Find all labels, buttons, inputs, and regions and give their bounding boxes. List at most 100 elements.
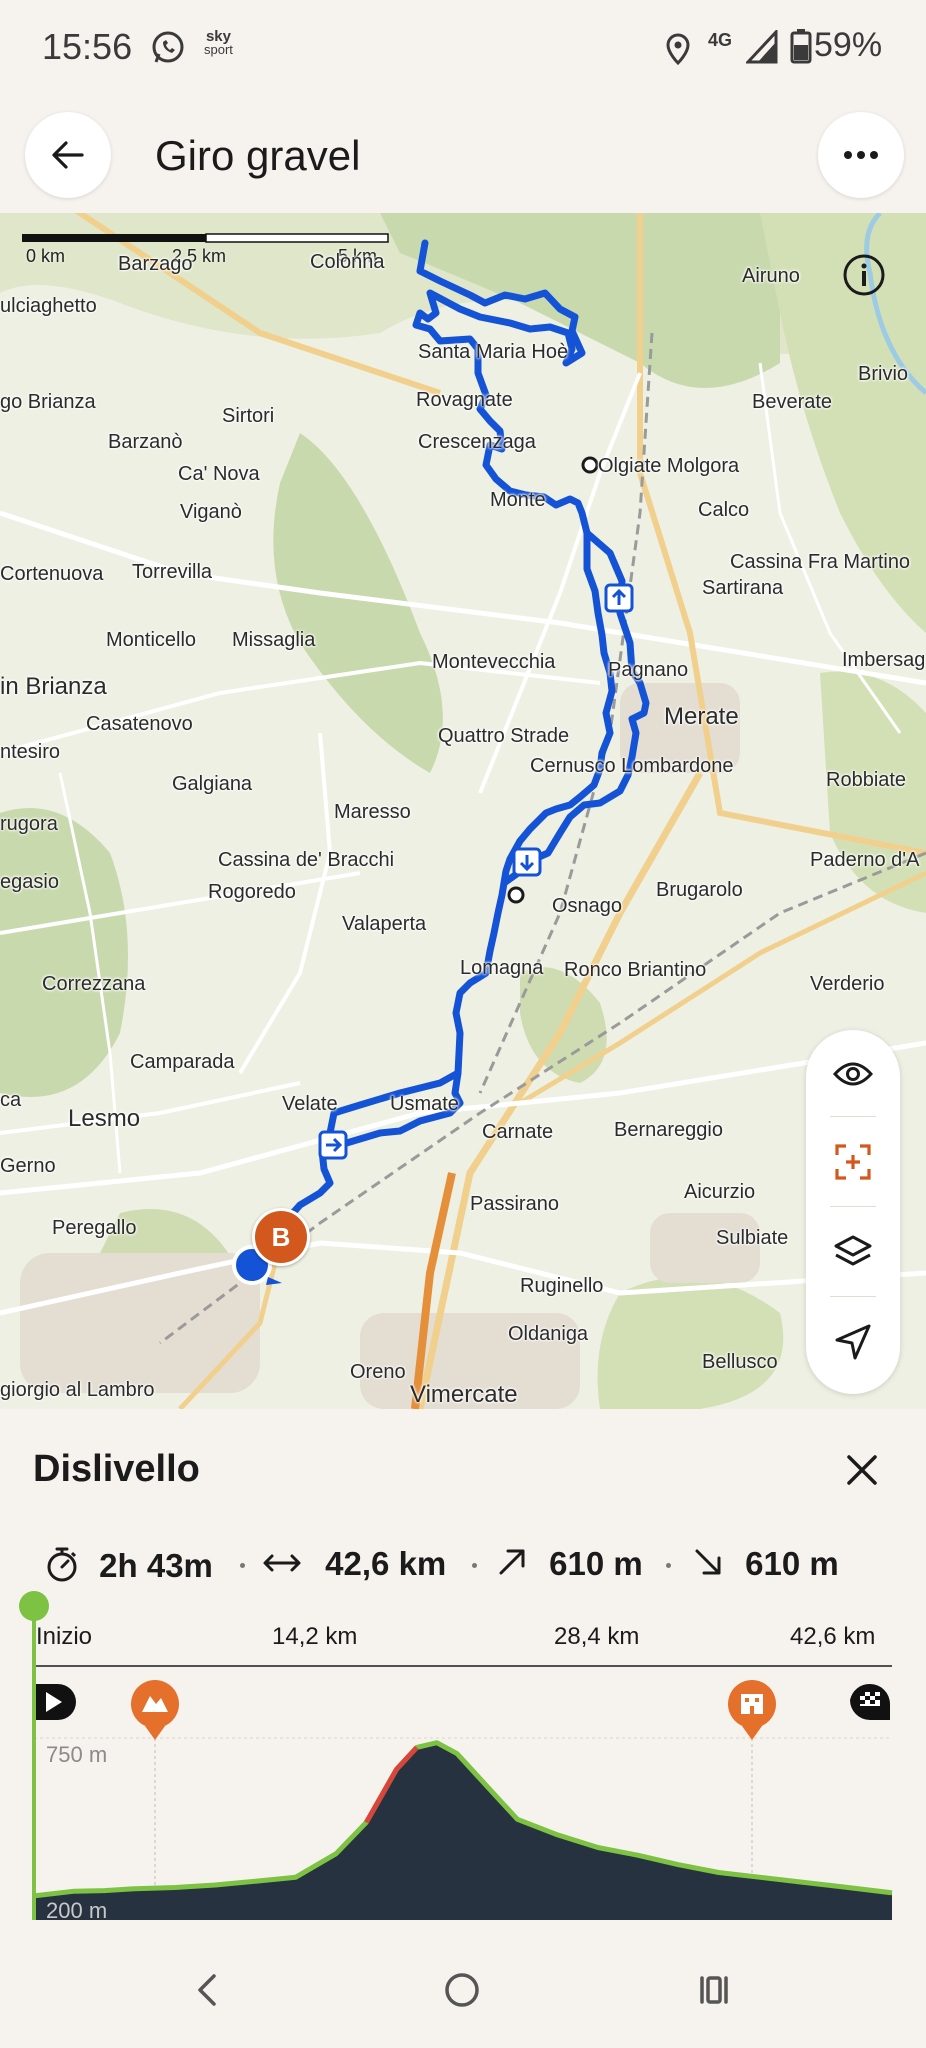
place-label: ulciaghetto [0, 295, 97, 317]
nav-home-button[interactable] [442, 1970, 482, 2015]
nav-back-button[interactable] [188, 1970, 228, 2015]
building-poi-icon[interactable] [728, 1680, 776, 1740]
whatsapp-icon [150, 30, 186, 71]
place-label: Ca' Nova [178, 463, 260, 485]
place-label: Pagnano [608, 659, 689, 681]
visibility-button[interactable] [806, 1030, 900, 1118]
layers-button[interactable] [806, 1208, 900, 1296]
scale-label-0: 0 km [26, 246, 66, 266]
route-direction-marker-3 [318, 1130, 348, 1160]
panel-title: Dislivello [33, 1448, 200, 1490]
recenter-icon [835, 1144, 871, 1180]
elevation-chart[interactable]: 750 m 200 m [0, 1590, 926, 1920]
battery-percent: 59% [814, 26, 883, 64]
y-tick-label: 200 m [46, 1898, 107, 1920]
divider [830, 1296, 876, 1297]
waypoint-dot-2 [507, 886, 525, 904]
eye-icon [833, 1062, 873, 1086]
badge-line2: sport [204, 42, 233, 57]
more-options-button[interactable] [818, 112, 904, 198]
horizontal-distance-icon [263, 1554, 301, 1572]
sky-sport-badge: sky sport [204, 29, 233, 57]
place-label: Vimercate [410, 1381, 518, 1408]
place-label: egasio [0, 871, 59, 893]
elevation-area [34, 1742, 892, 1920]
close-panel-button[interactable] [840, 1448, 884, 1492]
status-bar: 15:56 sky sport 4G 59% [0, 0, 926, 96]
place-label: Calco [698, 499, 750, 521]
place-label: Aicurzio [684, 1181, 756, 1203]
place-label: Valaperta [342, 913, 427, 935]
place-label: rugora [0, 813, 58, 835]
finish-flag-icon[interactable] [850, 1683, 890, 1720]
place-label: Paderno d'A [810, 849, 920, 871]
back-button[interactable] [25, 112, 111, 198]
poi-marker-b[interactable]: B [252, 1208, 310, 1266]
place-label: ca [0, 1089, 22, 1111]
place-label: Crescenzaga [418, 431, 536, 453]
system-nav-bar [0, 1930, 926, 2048]
place-label: Velate [282, 1093, 338, 1115]
separator-dot [240, 1563, 245, 1568]
place-label: Brivio [858, 363, 909, 385]
layers-icon [834, 1235, 872, 1266]
place-label: Oldaniga [508, 1323, 589, 1345]
position-indicator-dot[interactable] [19, 1591, 49, 1621]
distance-value: 42,6 km [325, 1545, 447, 1582]
place-label: Sirtori [222, 405, 275, 427]
map-view[interactable]: B 0 km 2,5 km 5 km Barzago Colonna Airun… [0, 213, 926, 1409]
duration-value: 2h 43m [99, 1547, 213, 1584]
route-direction-marker-2 [512, 847, 542, 877]
mountain-poi-icon[interactable] [131, 1680, 179, 1740]
place-label: Beverate [752, 391, 833, 413]
place-label: Osnago [552, 895, 623, 917]
place-label: Torrevilla [132, 561, 213, 583]
place-label: Correzzana [42, 973, 146, 995]
place-label: Carnate [482, 1121, 554, 1143]
place-label: Camparada [130, 1051, 235, 1073]
network-type: 4G [708, 30, 733, 50]
place-label: Maresso [334, 801, 411, 823]
divider [830, 1206, 876, 1207]
place-label: Oreno [350, 1361, 406, 1383]
place-label: Verderio [810, 973, 885, 995]
place-label: Gerno [0, 1155, 56, 1177]
battery-icon [790, 28, 812, 69]
place-label: Olgiate Molgora [598, 455, 740, 477]
map-controls [806, 1030, 900, 1394]
place-label: Cortenuova [0, 563, 104, 585]
place-label: Usmate [390, 1093, 459, 1115]
location-icon [835, 1324, 871, 1360]
place-label: Galgiana [172, 773, 253, 795]
recents-icon [700, 1976, 728, 2004]
info-icon [843, 254, 885, 296]
place-label: ntesiro [0, 741, 61, 763]
place-label: Casatenovo [86, 713, 193, 735]
page-title: Giro gravel [155, 132, 361, 179]
place-label: Barzanò [108, 431, 183, 453]
place-label: Lesmo [68, 1105, 141, 1132]
place-label: Cernusco Lombardone [530, 755, 734, 777]
place-label: Imbersag [842, 649, 926, 671]
place-label: Passirano [470, 1193, 559, 1215]
play-icon[interactable] [36, 1684, 76, 1720]
place-label: Monte [490, 489, 546, 511]
location-status-icon [664, 32, 692, 71]
descent-value: 610 m [745, 1545, 839, 1582]
more-horizontal-icon [844, 151, 878, 159]
place-label: in Brianza [0, 673, 107, 700]
distance-stat: 42,6 km [262, 1545, 446, 1583]
map-info-button[interactable] [842, 253, 886, 297]
separator-dot [472, 1563, 477, 1568]
recenter-route-button[interactable] [806, 1118, 900, 1206]
signal-icon [744, 28, 778, 69]
arrow-left-icon [52, 141, 84, 169]
place-label: Ruginello [520, 1275, 604, 1297]
place-label: Bernareggio [614, 1119, 723, 1141]
nav-recents-button[interactable] [694, 1970, 734, 2015]
route-direction-marker-1 [604, 583, 634, 613]
scale-bar-graphic [22, 233, 389, 243]
place-label: Monticello [106, 629, 197, 651]
place-label: Colonna [310, 251, 385, 273]
my-location-button[interactable] [806, 1298, 900, 1386]
